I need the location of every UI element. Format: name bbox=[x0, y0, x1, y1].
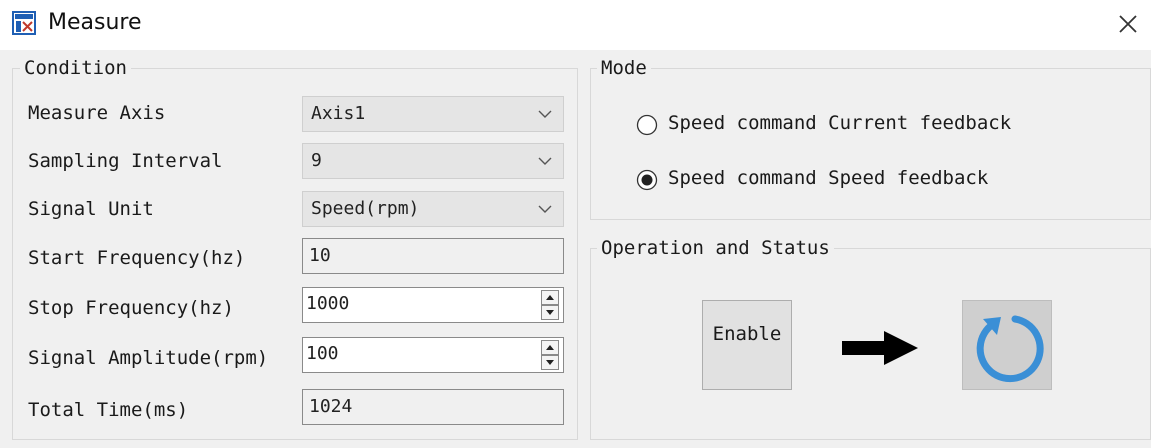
total-time-value: 1024 bbox=[309, 396, 353, 417]
signal-amplitude-value: 100 bbox=[306, 343, 339, 364]
radio-checked-icon bbox=[636, 169, 658, 191]
window-title: Measure bbox=[48, 10, 142, 35]
stop-frequency-label: Stop Frequency(hz) bbox=[28, 297, 234, 319]
signal-unit-label: Signal Unit bbox=[28, 198, 154, 220]
mode-legend: Mode bbox=[597, 57, 651, 79]
measure-axis-label: Measure Axis bbox=[28, 102, 166, 124]
chevron-down-icon bbox=[538, 157, 552, 165]
stop-frequency-spinbox[interactable]: 1000 bbox=[302, 287, 564, 323]
sampling-interval-select[interactable]: 9 bbox=[302, 143, 564, 179]
radio-unchecked-icon bbox=[636, 114, 658, 136]
start-frequency-value: 10 bbox=[309, 245, 331, 266]
total-time-field: 1024 bbox=[302, 389, 564, 425]
signal-amplitude-spinbox[interactable]: 100 bbox=[302, 337, 564, 373]
measure-axis-value: Axis1 bbox=[311, 103, 366, 124]
title-bar: Measure bbox=[0, 0, 1151, 50]
total-time-label: Total Time(ms) bbox=[28, 399, 189, 421]
start-frequency-label: Start Frequency(hz) bbox=[28, 247, 246, 269]
app-icon bbox=[12, 11, 36, 35]
sampling-interval-value: 9 bbox=[311, 150, 322, 171]
close-icon[interactable] bbox=[1112, 8, 1144, 40]
right-arrow-icon bbox=[842, 331, 918, 365]
mode-group bbox=[590, 68, 1151, 220]
radio-speed-current-label: Speed command Current feedback bbox=[668, 112, 1012, 134]
measure-axis-select[interactable]: Axis1 bbox=[302, 96, 564, 132]
start-frequency-field: 10 bbox=[302, 238, 564, 274]
refresh-status-button[interactable] bbox=[962, 300, 1052, 390]
enable-button[interactable]: Enable bbox=[702, 300, 792, 390]
operation-legend: Operation and Status bbox=[597, 237, 834, 259]
signal-unit-select[interactable]: Speed(rpm) bbox=[302, 191, 564, 227]
signal-unit-value: Speed(rpm) bbox=[311, 198, 420, 219]
signal-amplitude-label: Signal Amplitude(rpm) bbox=[28, 347, 269, 369]
spin-arrows-icon[interactable] bbox=[541, 290, 559, 320]
chevron-down-icon bbox=[538, 110, 552, 118]
chevron-down-icon bbox=[538, 205, 552, 213]
radio-speed-speed-label: Speed command Speed feedback bbox=[668, 167, 989, 189]
spin-arrows-icon[interactable] bbox=[541, 340, 559, 370]
condition-legend: Condition bbox=[20, 57, 131, 79]
sampling-interval-label: Sampling Interval bbox=[28, 150, 223, 172]
refresh-icon bbox=[976, 315, 1044, 383]
stop-frequency-value: 1000 bbox=[306, 293, 350, 314]
